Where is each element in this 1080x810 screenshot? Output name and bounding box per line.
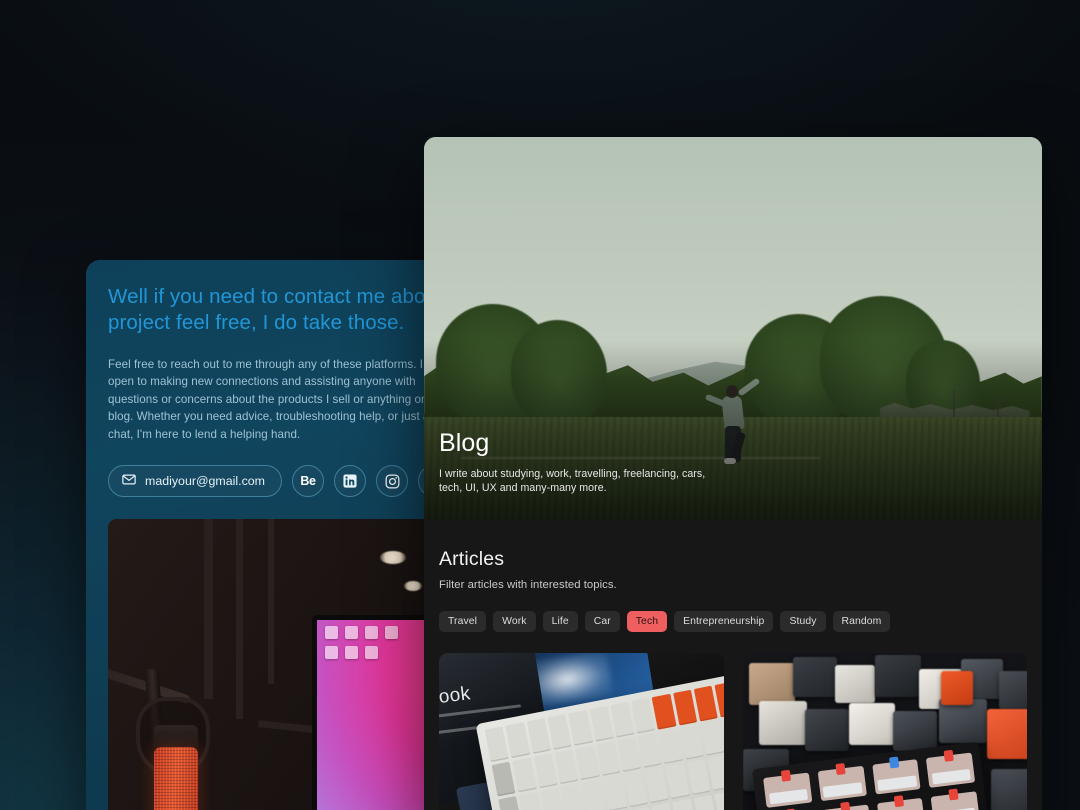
blog-title: Blog <box>439 428 490 457</box>
articles-grid: Cook <box>424 632 1042 810</box>
keycaps-switches-photo <box>742 653 1027 810</box>
instagram-icon[interactable] <box>376 465 408 498</box>
blog-hero-image: Blog I write about studying, work, trave… <box>424 137 1042 520</box>
envelope-icon <box>122 474 136 488</box>
linkedin-icon[interactable] <box>334 465 366 498</box>
tag-entrepreneurship[interactable]: Entrepreneurship <box>674 611 774 632</box>
articles-subheading: Filter articles with interested topics. <box>439 579 617 591</box>
tag-work[interactable]: Work <box>493 611 536 632</box>
microphone-grille <box>154 747 198 810</box>
articles-heading: Articles <box>439 548 505 570</box>
hero-text-block: Blog I write about studying, work, trave… <box>439 429 705 496</box>
keyboard-photo: Cook <box>439 653 724 810</box>
tag-car[interactable]: Car <box>584 611 620 632</box>
email-chip-label: madiyour@gmail.com <box>145 474 265 489</box>
article-card-keyboard[interactable]: Cook <box>439 653 724 810</box>
tag-study[interactable]: Study <box>780 611 826 632</box>
behance-icon[interactable]: Be <box>292 465 324 498</box>
blog-panel: Blog I write about studying, work, trave… <box>424 137 1042 810</box>
book-cover-title: Cook <box>439 683 472 710</box>
blog-subtitle: I write about studying, work, travelling… <box>439 467 706 495</box>
articles-section: Articles Filter articles with interested… <box>424 520 1042 632</box>
tag-travel[interactable]: Travel <box>439 611 487 632</box>
tag-random[interactable]: Random <box>832 611 891 632</box>
behance-icon-label: Be <box>300 474 316 489</box>
article-card-switches[interactable] <box>742 653 1027 810</box>
email-chip[interactable]: madiyour@gmail.com <box>108 465 282 498</box>
article-filter-tags: Travel Work Life Car Tech Entrepreneursh… <box>439 611 1027 632</box>
tag-life[interactable]: Life <box>542 611 578 632</box>
tag-tech[interactable]: Tech <box>626 611 668 632</box>
